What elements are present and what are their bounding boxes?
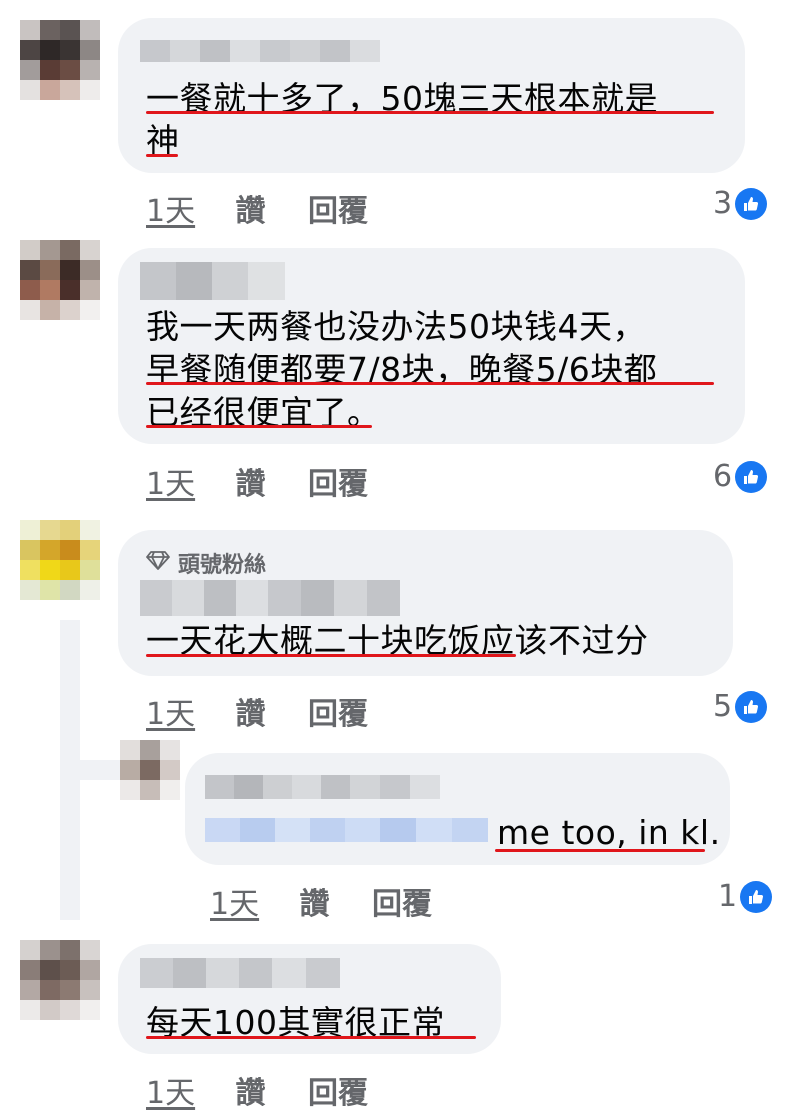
highlight-underline [146,654,516,657]
avatar[interactable] [20,520,100,600]
comment-text-line: me too, in kl. [497,813,721,852]
highlight-underline [146,1036,476,1039]
like-button[interactable]: 讚 [236,467,266,502]
commenter-name-redacted[interactable] [140,262,285,300]
thumbs-up-icon [735,187,768,220]
thumbs-up-icon [735,690,768,723]
comment-time[interactable]: 1天 [146,467,195,502]
comment-time[interactable]: 1天 [146,1076,195,1111]
reaction-number: 5 [713,689,733,724]
reaction-number: 3 [713,186,733,221]
reaction-count[interactable]: 1 [718,879,773,914]
thread-connector [60,760,120,780]
highlight-underline [495,849,705,852]
highlight-underline [146,382,714,385]
comment-meta: 1天 讚 回覆 [146,186,368,230]
comment-meta: 1天 讚 回覆 [146,459,368,503]
commenter-name-redacted[interactable] [140,958,340,988]
reaction-number: 6 [713,459,733,494]
comment-time[interactable]: 1天 [146,697,195,732]
comment-time[interactable]: 1天 [210,887,259,922]
highlight-underline [146,425,372,428]
comment-meta: 1天 讚 回覆 [210,879,432,923]
thumbs-up-icon [735,460,768,493]
reply-button[interactable]: 回覆 [372,887,432,922]
replier-name-redacted[interactable] [205,775,440,799]
reaction-count[interactable]: 3 [713,186,768,221]
reaction-count[interactable]: 6 [713,459,768,494]
like-button[interactable]: 讚 [236,1076,266,1111]
reaction-count[interactable]: 5 [713,689,768,724]
reply-button[interactable]: 回覆 [308,697,368,732]
thumbs-up-icon [740,880,773,913]
highlight-underline [146,111,714,114]
like-button[interactable]: 讚 [300,887,330,922]
comment-meta: 1天 讚 回覆 [146,689,368,733]
badge-label: 頭號粉絲 [178,553,267,578]
avatar[interactable] [20,20,100,100]
like-button[interactable]: 讚 [236,194,266,229]
reply-button[interactable]: 回覆 [308,467,368,502]
top-fan-badge: 頭號粉絲 [146,547,266,579]
commenter-name-redacted[interactable] [140,40,380,62]
reply-avatar[interactable] [120,740,180,800]
like-button[interactable]: 讚 [236,697,266,732]
mentioned-name-redacted[interactable] [205,818,488,842]
reaction-number: 1 [718,879,738,914]
comment-time[interactable]: 1天 [146,194,195,229]
commenter-name-redacted[interactable] [140,580,400,616]
comment-text-line: 我一天两餐也没办法50块钱4天， [146,307,646,346]
diamond-icon [146,550,170,576]
highlight-underline [146,154,178,157]
reply-button[interactable]: 回覆 [308,194,368,229]
comment-meta: 1天 讚 回覆 [146,1068,368,1112]
avatar[interactable] [20,940,100,1020]
avatar[interactable] [20,240,100,320]
reply-button[interactable]: 回覆 [308,1076,368,1111]
